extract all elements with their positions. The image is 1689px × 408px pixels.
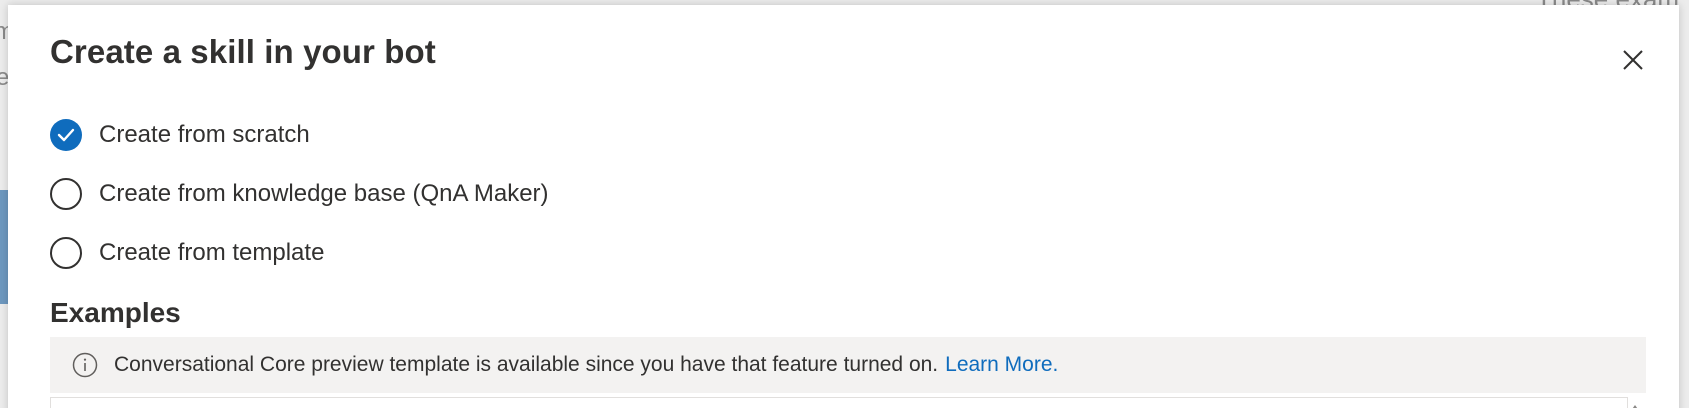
radio-unchecked[interactable] — [50, 237, 82, 269]
create-skill-dialog: Create a skill in your bot Create from s… — [8, 5, 1679, 408]
option-label: Create from scratch — [99, 121, 310, 148]
info-message-bar: Conversational Core preview template is … — [50, 337, 1646, 393]
option-label: Create from knowledge base (QnA Maker) — [99, 180, 549, 207]
info-message-text: Conversational Core preview template is … — [114, 353, 939, 376]
info-icon — [72, 352, 98, 378]
option-create-from-scratch[interactable]: Create from scratch — [50, 115, 549, 155]
radio-checked[interactable] — [50, 119, 82, 151]
option-create-from-template[interactable]: Create from template — [50, 233, 549, 273]
examples-heading: Examples — [50, 297, 181, 328]
close-icon — [1623, 50, 1643, 70]
learn-more-link[interactable]: Learn More. — [945, 353, 1058, 377]
option-create-from-knowledge-base[interactable]: Create from knowledge base (QnA Maker) — [50, 174, 549, 214]
scroll-up-arrow-icon[interactable] — [1628, 403, 1642, 408]
option-label: Create from template — [99, 239, 325, 266]
background-panel-edge — [0, 190, 8, 304]
examples-list — [50, 397, 1628, 408]
dialog-title: Create a skill in your bot — [50, 33, 436, 70]
close-button[interactable] — [1616, 43, 1650, 77]
checkmark-icon — [57, 128, 75, 142]
radio-unchecked[interactable] — [50, 178, 82, 210]
creation-option-group: Create from scratch Create from knowledg… — [50, 115, 549, 292]
